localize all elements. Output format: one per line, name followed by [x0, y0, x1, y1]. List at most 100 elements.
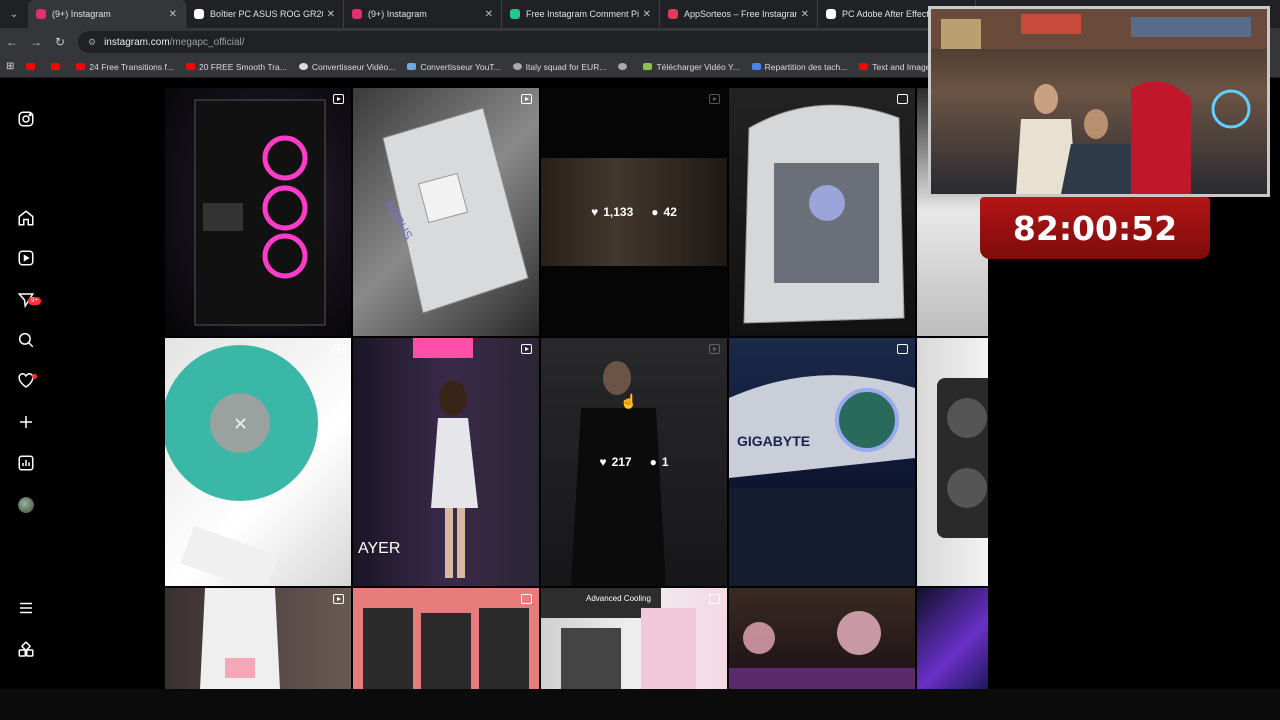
bookmark-item[interactable] — [20, 63, 45, 70]
bookmark-item[interactable]: 24 Free Transitions f... — [70, 62, 180, 72]
bookmark-label: 20 FREE Smooth Tra... — [198, 61, 287, 72]
globe-icon — [618, 63, 628, 70]
post-tile[interactable]: Advanced Cooling — [541, 588, 727, 689]
post-tile[interactable]: ✕ — [165, 338, 351, 586]
bookmark-item[interactable] — [612, 63, 637, 70]
bookmark-item[interactable]: Convertisseur Vidéo... — [293, 62, 401, 72]
instagram-favicon-icon — [36, 9, 46, 19]
tab-title: Boîtier PC ASUS ROG GR20 Edi — [210, 9, 323, 19]
teal-cooler-image: ✕ — [165, 345, 318, 586]
profile-avatar[interactable] — [18, 497, 34, 513]
bookmark-item[interactable]: Italy squad for EUR... — [507, 62, 613, 72]
reel-icon — [333, 594, 344, 604]
youtube-icon — [26, 63, 36, 70]
tab-close-icon[interactable]: ✕ — [485, 9, 493, 20]
bookmark-item[interactable]: Repartition des tach... — [746, 62, 854, 72]
home-icon[interactable] — [16, 208, 36, 228]
tab-appsorteos[interactable]: AppSorteos – Free Instagram C ✕ — [660, 0, 818, 28]
carousel-icon — [521, 594, 532, 604]
appsorteos-favicon-icon — [668, 9, 678, 19]
more-menu-icon[interactable] — [16, 598, 36, 618]
forward-arrow-icon[interactable]: → — [24, 35, 48, 49]
bookmark-label: Convertisseur YouT... — [420, 61, 501, 72]
post-tile[interactable]: AYER — [353, 338, 539, 586]
bookmark-label: Italy squad for EUR... — [525, 61, 607, 72]
tab-comment-picker[interactable]: Free Instagram Comment Picke ✕ — [502, 0, 660, 28]
post-tile[interactable] — [165, 88, 351, 336]
back-arrow-icon[interactable]: ← — [0, 35, 24, 49]
bookmark-item[interactable] — [45, 63, 70, 70]
tab-title: Free Instagram Comment Picke — [526, 9, 639, 19]
tab-instagram-1[interactable]: (9+) Instagram ✕ — [28, 0, 186, 28]
post-tile[interactable] — [353, 588, 539, 689]
post-tile[interactable]: AORUS — [353, 88, 539, 336]
youtube-icon — [859, 63, 869, 70]
url-host: instagram.com — [104, 36, 170, 48]
post-hover-overlay: ♥ 217 ● 1 — [541, 338, 727, 586]
comment-icon: ● — [651, 205, 659, 219]
post-tile-partial[interactable] — [917, 588, 988, 689]
site-info-icon[interactable]: ⚙ — [88, 37, 96, 48]
youtube-icon — [185, 63, 195, 70]
profile-post-grid: AORUS ♥ 1,133 ● 42 ✕ AYER ♥ 217 ● 1 ☝ GI… — [165, 79, 988, 689]
bookmark-label: Repartition des tach... — [764, 61, 848, 72]
post-tile[interactable] — [729, 588, 915, 689]
reel-icon — [333, 344, 344, 354]
post-tile[interactable] — [729, 88, 915, 336]
carousel-icon — [709, 594, 720, 604]
post-tile[interactable]: ♥ 1,133 ● 42 — [541, 88, 727, 336]
tab-close-icon[interactable]: ✕ — [643, 9, 651, 20]
tab-title: (9+) Instagram — [52, 9, 111, 19]
youtube-icon — [51, 63, 61, 70]
post-tile[interactable]: GIGABYTE — [729, 338, 915, 586]
booth-caption: Advanced Cooling — [586, 594, 651, 603]
converter-icon — [298, 63, 308, 70]
comments-count: 1 — [661, 455, 669, 469]
pc-case-image — [194, 99, 326, 326]
post-tile[interactable] — [165, 588, 351, 689]
search-icon[interactable] — [16, 330, 36, 350]
tab-close-icon[interactable]: ✕ — [169, 9, 177, 20]
apps-grid-icon[interactable]: ⊞ — [0, 61, 20, 72]
tab-search-chevron-icon[interactable]: ⌄ — [0, 0, 28, 28]
tab-asus-case[interactable]: Boîtier PC ASUS ROG GR20 Edi ✕ — [186, 0, 344, 28]
dashboard-icon[interactable] — [16, 453, 36, 473]
likes-count: 217 — [611, 455, 632, 469]
reload-icon[interactable]: ↻ — [48, 35, 72, 49]
model-white-dress-image — [200, 588, 280, 689]
tab-title: (9+) Instagram — [368, 9, 427, 19]
bookmark-item[interactable]: 20 FREE Smooth Tra... — [180, 62, 293, 72]
address-bar[interactable]: ⚙ instagram.com/megapc_official/ — [78, 31, 938, 53]
reel-icon — [521, 344, 532, 354]
pc-favicon-icon — [826, 9, 836, 19]
create-plus-icon[interactable] — [16, 412, 36, 432]
messages-badge: 9+ — [28, 297, 41, 305]
tab-close-icon[interactable]: ✕ — [801, 9, 809, 20]
post-tile[interactable]: ♥ 217 ● 1 ☝ — [541, 338, 727, 586]
bookmark-item[interactable]: Convertisseur YouT... — [401, 62, 506, 72]
cooling-booth-image — [541, 588, 696, 689]
asus-favicon-icon — [194, 9, 204, 19]
post-tile-partial[interactable] — [917, 338, 988, 586]
comments-count: 42 — [663, 205, 677, 219]
bookmark-item[interactable]: Télécharger Vidéo Y... — [637, 62, 745, 72]
svg-text:✕: ✕ — [233, 414, 248, 434]
also-from-meta-icon[interactable] — [16, 640, 36, 660]
pink-motherboards-image — [363, 608, 529, 689]
comment-icon: ● — [649, 455, 657, 469]
booth-model-image: AYER — [358, 338, 478, 578]
tab-instagram-2[interactable]: (9+) Instagram ✕ — [344, 0, 502, 28]
instagram-logo-icon[interactable] — [16, 109, 36, 129]
reels-icon[interactable] — [16, 248, 36, 268]
svg-text:AYER: AYER — [358, 540, 400, 557]
docs-icon — [751, 63, 761, 70]
instagram-favicon-icon — [352, 9, 362, 19]
notification-dot — [32, 374, 37, 379]
tab-close-icon[interactable]: ✕ — [327, 9, 335, 20]
reel-icon — [521, 94, 532, 104]
chandeliers-hall-image — [729, 611, 915, 689]
mouse-cursor: ☝ — [620, 393, 638, 409]
download-icon — [643, 63, 653, 70]
url-path: /megapc_official/ — [169, 36, 245, 48]
motherboard-image: AORUS — [382, 107, 529, 314]
